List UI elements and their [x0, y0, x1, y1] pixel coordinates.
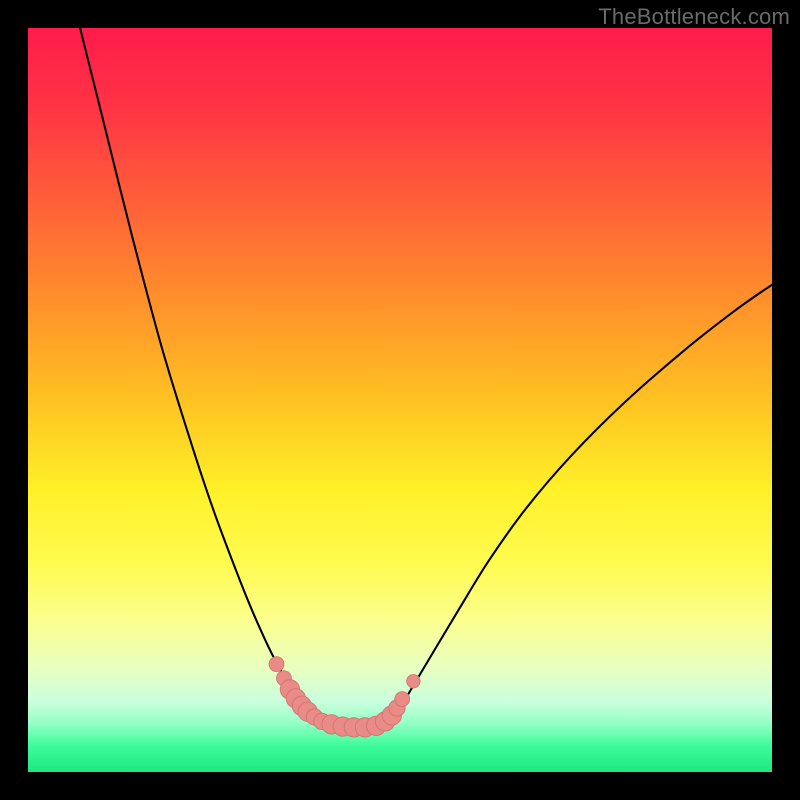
- bottleneck-curve-chart: [28, 28, 772, 772]
- marker-dot: [407, 675, 420, 688]
- plot-area: [28, 28, 772, 772]
- marker-dot: [395, 692, 410, 707]
- gradient-background: [28, 28, 772, 772]
- outer-frame: TheBottleneck.com: [0, 0, 800, 800]
- marker-dot: [269, 657, 284, 672]
- watermark-text: TheBottleneck.com: [598, 4, 790, 30]
